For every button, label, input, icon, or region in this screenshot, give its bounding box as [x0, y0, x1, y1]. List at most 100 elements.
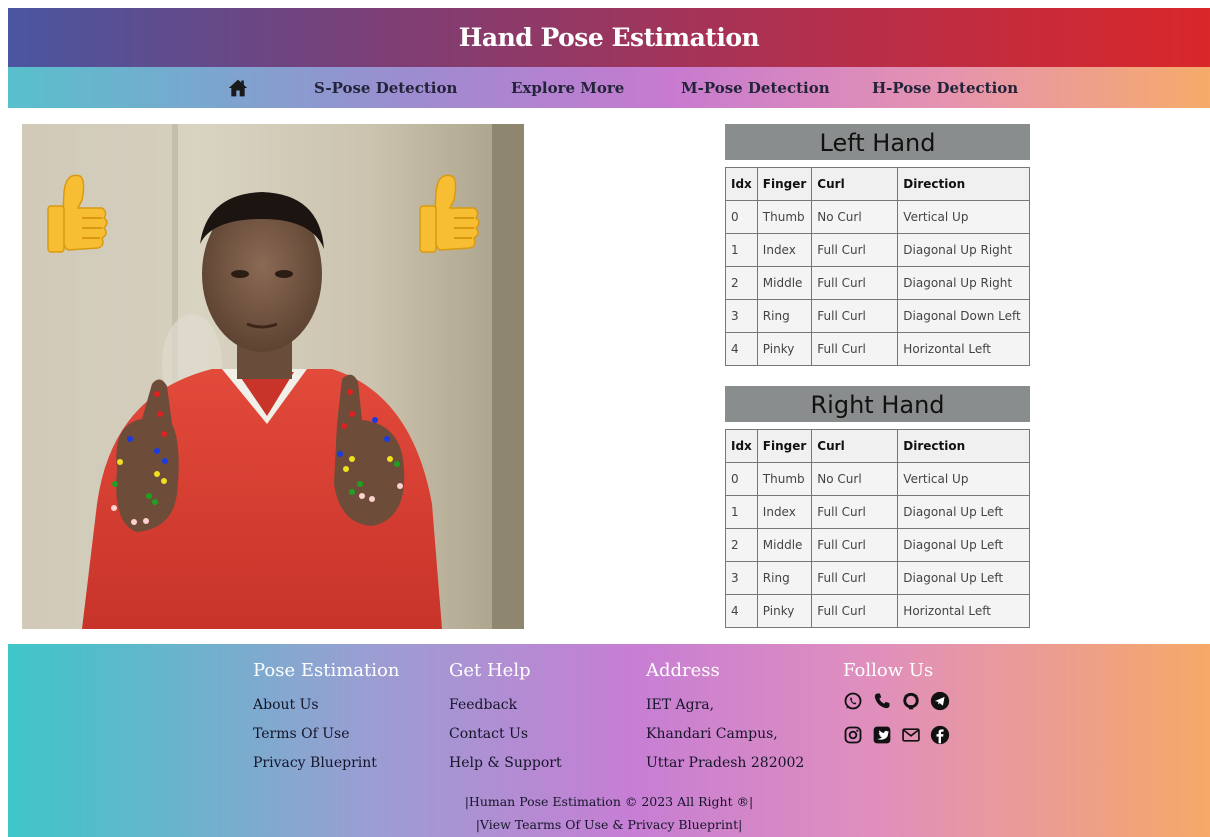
cell-idx: 4 [725, 594, 758, 628]
cell-finger: Thumb [756, 200, 813, 234]
cell-idx: 2 [725, 266, 758, 300]
cell-direction: Diagonal Up Right [897, 233, 1030, 267]
left-hand-table: Idx Finger Curl Direction 0 Thumb No Cur… [725, 167, 1030, 366]
footer-pose-heading: Pose Estimation [253, 660, 400, 681]
cell-idx: 3 [725, 561, 758, 595]
cell-idx: 1 [725, 495, 758, 529]
cell-finger: Pinky [756, 594, 813, 628]
footer-address-heading: Address [646, 660, 720, 681]
home-icon[interactable] [228, 78, 248, 98]
cell-direction: Vertical Up [897, 462, 1030, 496]
cell-curl: No Curl [811, 462, 899, 496]
cell-idx: 2 [725, 528, 758, 562]
column-header-idx: Idx [725, 429, 758, 463]
cell-direction: Diagonal Down Left [897, 299, 1030, 333]
help-support-link[interactable]: Help & Support [449, 749, 562, 778]
cell-idx: 3 [725, 299, 758, 333]
nav-bar: S-Pose Detection Explore More M-Pose Det… [8, 67, 1210, 108]
privacy-blueprint-link[interactable]: Privacy Blueprint [253, 749, 399, 778]
cell-finger: Middle [756, 528, 813, 562]
twitter-icon[interactable] [872, 725, 892, 745]
terms-privacy-link[interactable]: |View Tearms Of Use & Privacy Blueprint| [8, 817, 1210, 832]
cell-curl: Full Curl [811, 528, 899, 562]
column-header-finger: Finger [756, 167, 813, 201]
about-us-link[interactable]: About Us [253, 691, 399, 720]
cell-finger: Middle [756, 266, 813, 300]
table-header-row: Idx Finger Curl Direction [725, 167, 1030, 201]
nav-m-pose-detection[interactable]: M-Pose Detection [681, 79, 830, 97]
left-hand-panel: Left Hand Idx Finger Curl Direction 0 Th… [725, 124, 1030, 366]
table-row: 0 Thumb No Curl Vertical Up [725, 462, 1030, 496]
table-row: 1 Index Full Curl Diagonal Up Left [725, 495, 1030, 529]
table-row: 3 Ring Full Curl Diagonal Up Left [725, 561, 1030, 595]
cell-direction: Diagonal Up Left [897, 561, 1030, 595]
cell-finger: Index [756, 495, 813, 529]
social-row-2 [843, 725, 950, 745]
cell-direction: Vertical Up [897, 200, 1030, 234]
cell-direction: Horizontal Left [897, 332, 1030, 366]
table-row: 2 Middle Full Curl Diagonal Up Left [725, 528, 1030, 562]
phone-icon[interactable] [872, 691, 892, 711]
cell-finger: Index [756, 233, 813, 267]
cell-finger: Ring [756, 299, 813, 333]
whatsapp-icon[interactable] [843, 691, 863, 711]
cell-curl: Full Curl [811, 495, 899, 529]
copyright-text: |Human Pose Estimation © 2023 All Right … [464, 794, 754, 809]
cell-curl: Full Curl [811, 233, 899, 267]
cell-curl: Full Curl [811, 266, 899, 300]
column-header-curl: Curl [811, 429, 899, 463]
nav-explore-more[interactable]: Explore More [511, 79, 624, 97]
cell-curl: Full Curl [811, 299, 899, 333]
column-header-curl: Curl [811, 167, 899, 201]
cell-direction: Diagonal Up Left [897, 495, 1030, 529]
footer-help-column: Get Help Feedback Contact Us Help & Supp… [449, 660, 562, 778]
cell-finger: Ring [756, 561, 813, 595]
github-icon[interactable] [901, 691, 921, 711]
right-hand-panel: Right Hand Idx Finger Curl Direction 0 T… [725, 386, 1030, 628]
table-row: 3 Ring Full Curl Diagonal Down Left [725, 299, 1030, 333]
social-row-1 [843, 691, 950, 711]
facebook-icon[interactable] [930, 725, 950, 745]
footer-address-column: Address IET Agra, Khandari Campus, Uttar… [646, 660, 804, 778]
cell-direction: Diagonal Up Left [897, 528, 1030, 562]
cell-idx: 0 [725, 462, 758, 496]
table-row: 2 Middle Full Curl Diagonal Up Right [725, 266, 1030, 300]
mail-icon[interactable] [901, 725, 921, 745]
table-header-row: Idx Finger Curl Direction [725, 429, 1030, 463]
cell-idx: 0 [725, 200, 758, 234]
webcam-image [22, 124, 524, 629]
footer-follow-column: Follow Us [843, 660, 950, 745]
cell-direction: Horizontal Left [897, 594, 1030, 628]
footer-follow-heading: Follow Us [843, 660, 934, 681]
column-header-direction: Direction [897, 429, 1030, 463]
address-line: Khandari Campus, [646, 726, 778, 742]
table-row: 1 Index Full Curl Diagonal Up Right [725, 233, 1030, 267]
table-row: 0 Thumb No Curl Vertical Up [725, 200, 1030, 234]
left-hand-title: Left Hand [725, 124, 1030, 160]
telegram-icon[interactable] [930, 691, 950, 711]
right-hand-table: Idx Finger Curl Direction 0 Thumb No Cur… [725, 429, 1030, 628]
right-hand-title: Right Hand [725, 386, 1030, 422]
address-line: Uttar Pradesh 282002 [646, 755, 805, 771]
column-header-finger: Finger [756, 429, 813, 463]
cell-finger: Thumb [756, 462, 813, 496]
cell-curl: Full Curl [811, 561, 899, 595]
column-header-idx: Idx [725, 167, 758, 201]
footer-help-heading: Get Help [449, 660, 531, 681]
webcam-feed [22, 124, 524, 629]
address-line: IET Agra, [646, 697, 715, 713]
nav-s-pose-detection[interactable]: S-Pose Detection [314, 79, 457, 97]
cell-idx: 4 [725, 332, 758, 366]
cell-direction: Diagonal Up Right [897, 266, 1030, 300]
feedback-link[interactable]: Feedback [449, 691, 562, 720]
nav-h-pose-detection[interactable]: H-Pose Detection [872, 79, 1018, 97]
contact-us-link[interactable]: Contact Us [449, 720, 562, 749]
cell-finger: Pinky [756, 332, 813, 366]
instagram-icon[interactable] [843, 725, 863, 745]
terms-of-use-link[interactable]: Terms Of Use [253, 720, 399, 749]
cell-curl: No Curl [811, 200, 899, 234]
footer-pose-column: Pose Estimation About Us Terms Of Use Pr… [253, 660, 399, 778]
table-row: 4 Pinky Full Curl Horizontal Left [725, 332, 1030, 366]
column-header-direction: Direction [897, 167, 1030, 201]
cell-curl: Full Curl [811, 332, 899, 366]
